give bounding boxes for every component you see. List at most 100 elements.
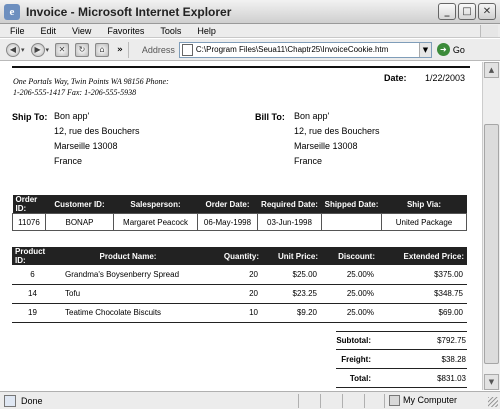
- order-header: Salesperson:: [113, 195, 198, 214]
- status-bar: Done My Computer: [0, 391, 500, 409]
- vertical-scrollbar[interactable]: ▲ ▼: [482, 62, 500, 390]
- product-id: 6: [12, 265, 53, 285]
- menu-bar: File Edit View Favorites Tools Help: [0, 24, 500, 38]
- freight-row: Freight: $38.28: [336, 350, 467, 369]
- table-row: 14 Tofu 20 $23.25 25.00% $348.75: [12, 284, 467, 304]
- ie-logo-icon: e: [4, 3, 20, 20]
- product-quantity: 20: [203, 265, 262, 285]
- menu-view[interactable]: View: [64, 26, 99, 36]
- address-dropdown-icon[interactable]: ▼: [418, 42, 431, 57]
- order-cell: BONAP: [45, 213, 114, 231]
- order-header: Shipped Date:: [321, 195, 382, 214]
- scroll-down-icon[interactable]: ▼: [484, 374, 499, 390]
- ship-to-line: 12, rue des Bouchers: [54, 126, 140, 136]
- product-discount: 25.00%: [321, 303, 378, 323]
- order-header: Ship Via:: [381, 195, 467, 214]
- home-icon[interactable]: ⌂: [95, 42, 110, 57]
- order-header: Order Date:: [197, 195, 258, 214]
- bill-to-label: Bill To:: [255, 112, 285, 122]
- product-id: 14: [12, 284, 53, 304]
- windows-flag-icon: [480, 25, 498, 37]
- address-bar[interactable]: C:\Program Files\Seua11\Chaptr25\Invoice…: [178, 41, 432, 58]
- product-name: Grandma's Boysenberry Spread: [53, 265, 203, 285]
- scroll-up-icon[interactable]: ▲: [484, 62, 499, 78]
- status-divider: [342, 394, 343, 408]
- refresh-icon[interactable]: ↻: [75, 42, 90, 57]
- status-divider: [320, 394, 321, 408]
- menu-edit[interactable]: Edit: [33, 26, 65, 36]
- menu-file[interactable]: File: [0, 26, 33, 36]
- forward-dropdown-icon[interactable]: ▾: [46, 46, 50, 54]
- company-line-1: One Portals Way, Twin Points WA 98156 Ph…: [13, 77, 169, 86]
- status-divider: [364, 394, 365, 408]
- go-button[interactable]: Go: [453, 45, 465, 55]
- window-controls: _ □ ✕: [438, 3, 496, 20]
- menu-help[interactable]: Help: [189, 26, 224, 36]
- total-label: Total:: [349, 373, 371, 383]
- stop-icon[interactable]: ✕: [55, 42, 70, 57]
- order-cell: 03-Jun-1998: [257, 213, 322, 231]
- product-header: Quantity:: [203, 247, 262, 265]
- product-extended-price: $69.00: [378, 303, 467, 323]
- maximize-button[interactable]: □: [458, 3, 476, 20]
- table-row: 19 Teatime Chocolate Biscuits 10 $9.20 2…: [12, 303, 467, 323]
- product-unit-price: $9.20: [262, 303, 321, 323]
- back-dropdown-icon[interactable]: ▾: [21, 46, 25, 54]
- address-input[interactable]: C:\Program Files\Seua11\Chaptr25\Invoice…: [196, 45, 419, 54]
- order-header: Required Date:: [257, 195, 322, 214]
- go-arrow-icon[interactable]: ➜: [436, 43, 450, 56]
- order-header: Order ID:: [12, 195, 46, 214]
- menu-favorites[interactable]: Favorites: [99, 26, 152, 36]
- ship-to-line: Marseille 13008: [54, 141, 118, 151]
- toolbar: ◀ ▾ ▶ ▾ ✕ ↻ ⌂ » Address C:\Program Files…: [0, 39, 500, 61]
- total-row: Total: $831.03: [336, 369, 467, 388]
- order-row: 11076 BONAP Margaret Peacock 06-May-1998…: [12, 213, 467, 231]
- product-extended-price: $375.00: [378, 265, 467, 285]
- status-divider: [384, 394, 385, 408]
- header-rule: [12, 66, 470, 68]
- close-button[interactable]: ✕: [478, 3, 496, 20]
- subtotal-value: $792.75: [437, 336, 466, 345]
- product-name: Teatime Chocolate Biscuits: [53, 303, 203, 323]
- product-unit-price: $25.00: [262, 265, 321, 285]
- security-zone: My Computer: [403, 395, 458, 405]
- table-row: 6 Grandma's Boysenberry Spread 20 $25.00…: [12, 265, 467, 285]
- bill-to-line: France: [294, 156, 323, 166]
- ship-to-label: Ship To:: [12, 112, 48, 122]
- product-discount: 25.00%: [321, 265, 378, 285]
- computer-icon: [389, 395, 400, 406]
- product-discount: 25.00%: [321, 284, 378, 304]
- company-info: One Portals Way, Twin Points WA 98156 Ph…: [13, 76, 169, 98]
- order-cell: 11076: [12, 213, 46, 231]
- ship-to-line: France: [54, 156, 83, 166]
- forward-arrow-icon[interactable]: ▶: [30, 42, 45, 57]
- address-label: Address: [141, 44, 175, 55]
- product-name: Tofu: [53, 284, 203, 304]
- order-cell: [321, 213, 382, 231]
- order-cell: Margaret Peacock: [113, 213, 198, 231]
- date-label: Date:: [384, 73, 407, 83]
- bill-to-line: Marseille 13008: [294, 141, 358, 151]
- toolbar-overflow-button[interactable]: »: [117, 45, 123, 55]
- resize-grip-icon[interactable]: [488, 397, 498, 407]
- bill-to-line: 12, rue des Bouchers: [294, 126, 380, 136]
- page-content: One Portals Way, Twin Points WA 98156 Ph…: [0, 62, 482, 390]
- status-text: Done: [21, 395, 43, 406]
- product-extended-price: $348.75: [378, 284, 467, 304]
- total-value: $831.03: [437, 373, 466, 383]
- product-table: Product ID: Product Name: Quantity: Unit…: [12, 247, 467, 323]
- bill-to-line: Bon app': [294, 111, 330, 121]
- freight-value: $38.28: [441, 354, 466, 364]
- page-icon: [181, 43, 193, 56]
- order-cell: 06-May-1998: [197, 213, 258, 231]
- page-done-icon: [4, 394, 16, 407]
- subtotal-row: Subtotal: $792.75: [336, 331, 467, 350]
- minimize-button[interactable]: _: [438, 3, 456, 20]
- toolbar-separator: [127, 41, 129, 58]
- scroll-thumb[interactable]: [484, 124, 499, 364]
- product-header: Unit Price:: [262, 247, 321, 265]
- product-header: Product Name:: [53, 247, 203, 265]
- menu-tools[interactable]: Tools: [152, 26, 189, 36]
- back-arrow-icon[interactable]: ◀: [6, 42, 20, 57]
- product-unit-price: $23.25: [262, 284, 321, 304]
